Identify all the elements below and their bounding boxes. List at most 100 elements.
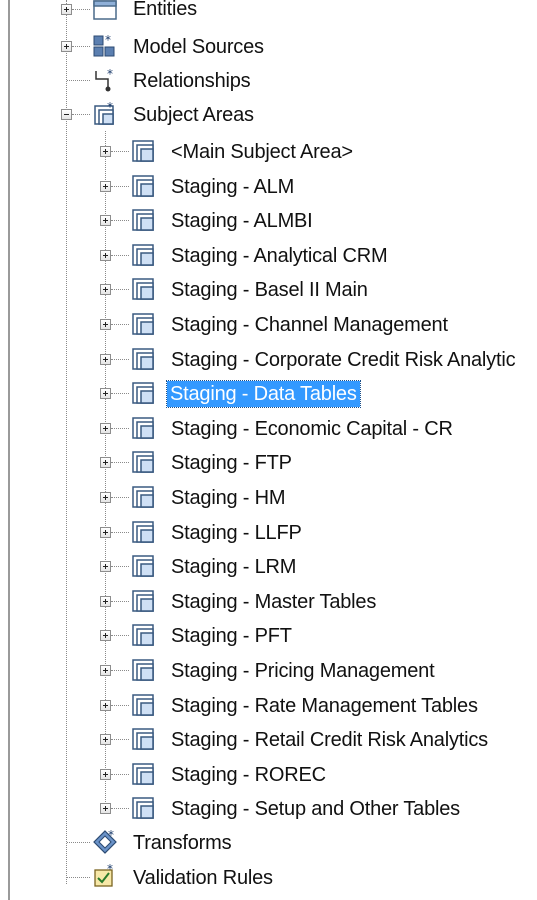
subject-area-icon [132,728,154,750]
subject-area-label: Staging - Setup and Other Tables [171,798,460,820]
subject-area-item[interactable]: Staging - PFT [0,621,537,651]
tree-item-label: Entities [133,0,197,20]
svg-text:*: * [107,864,113,876]
tree-connector [111,220,129,221]
subject-area-item[interactable]: Staging - Corporate Credit Risk Analytic [0,345,537,375]
tree-connector [111,359,129,360]
subject-area-item[interactable]: Staging - HM [0,483,537,513]
tree-item-label: Model Sources [133,36,264,58]
subject-area-label: Staging - HM [171,487,286,509]
expand-entities-toggle[interactable] [61,4,72,15]
expand-subject-area-toggle[interactable] [100,630,111,641]
expand-subject-area-toggle[interactable] [100,769,111,780]
expand-subject-area-toggle[interactable] [100,700,111,711]
subject-area-item[interactable]: Staging - Analytical CRM [0,241,537,271]
subject-area-label: Staging - Economic Capital - CR [171,418,453,440]
subject-area-icon [132,624,154,646]
subject-area-icon [132,313,154,335]
tree-item-label: Validation Rules [133,867,273,889]
subject-area-icon [132,278,154,300]
expand-subject-area-toggle[interactable] [100,181,111,192]
relationships-icon: * [95,67,113,92]
subject-area-label: <Main Subject Area> [171,141,353,163]
expand-subject-area-toggle[interactable] [100,527,111,538]
tree-connector [111,635,129,636]
subject-area-item[interactable]: Staging - Pricing Management [0,656,537,686]
subject-area-item[interactable]: Staging - ALM [0,172,537,202]
expand-subject-area-toggle[interactable] [100,596,111,607]
tree-connector [111,186,129,187]
transforms-icon: * [93,829,117,854]
subject-area-icon [132,140,154,162]
subject-area-item[interactable]: Staging - Channel Management [0,310,537,340]
subject-area-item[interactable]: Staging - ROREC [0,760,537,790]
tree-connector [111,151,129,152]
tree-connector [111,774,129,775]
model-sources-icon: * [93,33,115,57]
expand-subject-area-toggle[interactable] [100,250,111,261]
tree-connector [111,601,129,602]
subject-area-icon [132,659,154,681]
tree-item-model-sources[interactable]: * Model Sources [0,32,537,62]
subject-area-item[interactable]: Staging - Economic Capital - CR [0,414,537,444]
subject-area-item[interactable]: Staging - FTP [0,448,537,478]
subject-area-icon [132,555,154,577]
expand-subject-area-toggle[interactable] [100,284,111,295]
subject-area-label: Staging - Pricing Management [171,660,435,682]
tree-item-validation-rules[interactable]: * Validation Rules [0,863,537,893]
tree-item-entities[interactable]: Entities [0,0,537,26]
expand-subject-area-toggle[interactable] [100,146,111,157]
expand-model-sources-toggle[interactable] [61,41,72,52]
expand-subject-area-toggle[interactable] [100,215,111,226]
subject-area-item[interactable]: Staging - Master Tables [0,587,537,617]
subject-area-item[interactable]: Staging - LRM [0,552,537,582]
subject-area-item[interactable]: Staging - Basel II Main [0,275,537,305]
tree-connector [111,393,129,394]
tree-item-subject-areas[interactable]: * Subject Areas [0,100,537,130]
model-tree: Entities * Model Sources * Relationships [0,0,537,900]
tree-connector [111,462,129,463]
expand-subject-area-toggle[interactable] [100,423,111,434]
subject-area-item[interactable]: Staging - Rate Management Tables [0,691,537,721]
svg-text:*: * [108,829,114,842]
tree-item-relationships[interactable]: * Relationships [0,66,537,96]
expand-subject-area-toggle[interactable] [100,354,111,365]
expand-subject-area-toggle[interactable] [100,388,111,399]
tree-connector [111,255,129,256]
subject-area-label: Staging - Analytical CRM [171,245,388,267]
expand-subject-area-toggle[interactable] [100,734,111,745]
subject-area-icon [132,521,154,543]
subject-area-item[interactable]: <Main Subject Area> [0,137,537,167]
tree-item-transforms[interactable]: * Transforms [0,828,537,858]
expand-subject-area-toggle[interactable] [100,561,111,572]
expand-subject-area-toggle[interactable] [100,803,111,814]
subject-area-icon [132,175,154,197]
subject-area-icon [132,486,154,508]
expand-subject-area-toggle[interactable] [100,665,111,676]
tree-connector [67,877,90,878]
subject-area-item[interactable]: Staging - ALMBI [0,206,537,236]
subject-area-icon [132,382,154,404]
subject-area-icon [132,348,154,370]
subject-areas-icon: * [94,101,114,125]
subject-area-item[interactable]: Staging - LLFP [0,518,537,548]
subject-area-label: Staging - LRM [171,556,297,578]
tree-item-label: Relationships [133,70,251,92]
collapse-subject-areas-toggle[interactable] [61,109,72,120]
subject-area-label: Staging - Rate Management Tables [171,695,478,717]
entities-icon [93,0,117,20]
validation-rules-icon: * [94,864,113,887]
subject-area-label: Staging - ALM [171,176,295,198]
svg-text:*: * [107,67,113,81]
expand-subject-area-toggle[interactable] [100,319,111,330]
subject-area-label: Staging - Retail Credit Risk Analytics [171,729,488,751]
subject-area-item[interactable]: Staging - Data Tables [0,379,537,409]
tree-connector [111,705,129,706]
tree-item-label: Transforms [133,832,232,854]
expand-subject-area-toggle[interactable] [100,492,111,503]
subject-area-item[interactable]: Staging - Retail Credit Risk Analytics [0,725,537,755]
subject-area-item[interactable]: Staging - Setup and Other Tables [0,794,537,824]
subject-area-icon [132,763,154,785]
tree-connector [111,289,129,290]
expand-subject-area-toggle[interactable] [100,457,111,468]
